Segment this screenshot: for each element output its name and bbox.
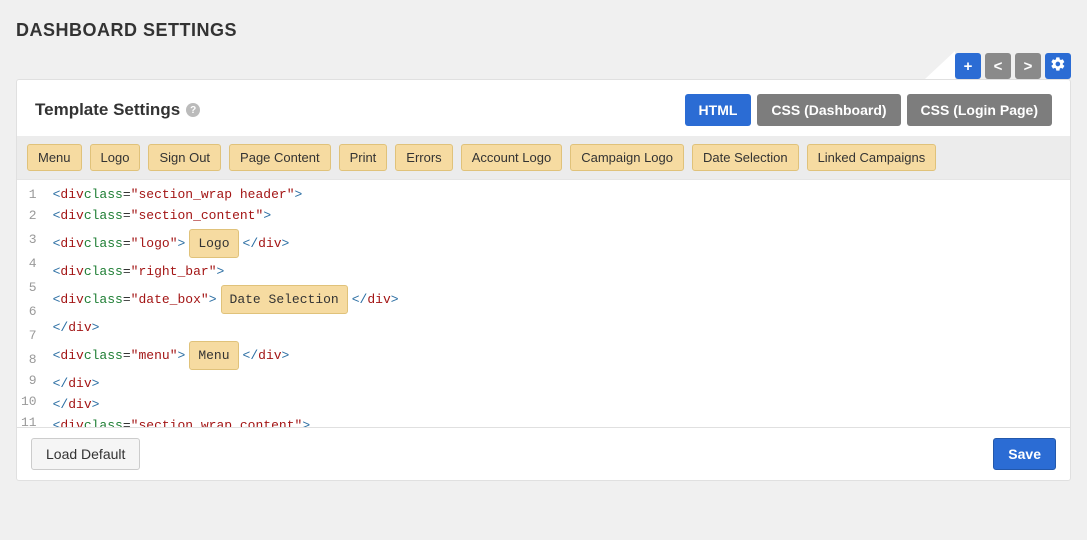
add-button[interactable]: +: [955, 53, 981, 79]
panel-header: Template Settings ? HTML CSS (Dashboard)…: [17, 80, 1070, 136]
chevron-right-icon: >: [1024, 58, 1033, 75]
plus-icon: +: [964, 58, 973, 75]
snippet-campaign-logo[interactable]: Campaign Logo: [570, 144, 684, 171]
snippet-account-logo[interactable]: Account Logo: [461, 144, 563, 171]
snippet-print[interactable]: Print: [339, 144, 388, 171]
next-button[interactable]: >: [1015, 53, 1041, 79]
section-title-text: Template Settings: [35, 100, 180, 120]
token-date-selection[interactable]: Date Selection: [221, 285, 348, 314]
snippet-bar: Menu Logo Sign Out Page Content Print Er…: [17, 136, 1070, 179]
tab-css-dashboard[interactable]: CSS (Dashboard): [757, 94, 900, 126]
code-editor[interactable]: 12345678910111213 <div class="section_wr…: [17, 179, 1070, 427]
snippet-page-content[interactable]: Page Content: [229, 144, 331, 171]
snippet-linked-campaigns[interactable]: Linked Campaigns: [807, 144, 937, 171]
token-logo[interactable]: Logo: [189, 229, 238, 258]
snippet-errors[interactable]: Errors: [395, 144, 452, 171]
prev-button[interactable]: <: [985, 53, 1011, 79]
line-gutter: 12345678910111213: [17, 180, 47, 427]
token-menu[interactable]: Menu: [189, 341, 238, 370]
settings-button[interactable]: [1045, 53, 1071, 79]
panel-footer: Load Default Save: [17, 427, 1070, 480]
help-icon[interactable]: ?: [186, 103, 200, 117]
mode-tabs: HTML CSS (Dashboard) CSS (Login Page): [685, 94, 1052, 126]
top-toolbar: + < >: [0, 51, 1087, 79]
tab-notch: [925, 51, 955, 79]
gear-icon: [1050, 56, 1066, 76]
snippet-sign-out[interactable]: Sign Out: [148, 144, 221, 171]
load-default-button[interactable]: Load Default: [31, 438, 140, 470]
template-settings-panel: Template Settings ? HTML CSS (Dashboard)…: [16, 79, 1071, 481]
snippet-logo[interactable]: Logo: [90, 144, 141, 171]
page-title: DASHBOARD SETTINGS: [0, 0, 1087, 51]
snippet-date-selection[interactable]: Date Selection: [692, 144, 799, 171]
save-button[interactable]: Save: [993, 438, 1056, 470]
section-title: Template Settings ?: [35, 100, 200, 120]
tab-css-login[interactable]: CSS (Login Page): [907, 94, 1052, 126]
chevron-left-icon: <: [994, 58, 1003, 75]
code-area[interactable]: <div class="section_wrap header"> <div c…: [47, 180, 1070, 427]
tab-html[interactable]: HTML: [685, 94, 752, 126]
snippet-menu[interactable]: Menu: [27, 144, 82, 171]
